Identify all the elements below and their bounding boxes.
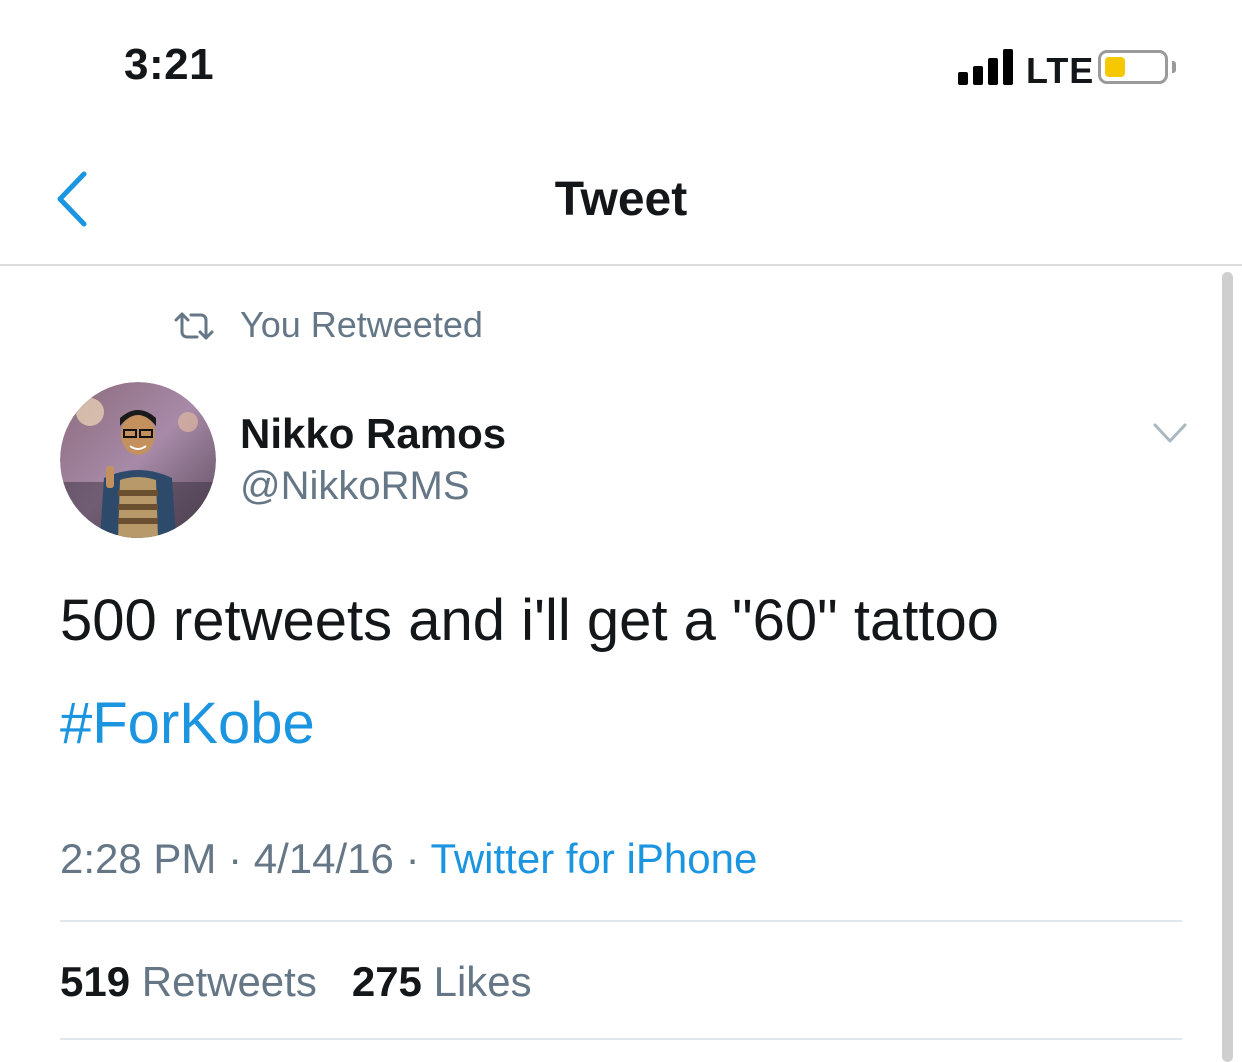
tweet-meta: 2:28 PM · 4/14/16 · Twitter for iPhone [60,835,757,883]
retweets-count: 519 [60,958,131,1005]
meta-separator: · [228,835,243,882]
signal-strength-icon [958,49,1014,85]
retweet-icon [174,312,214,340]
chevron-down-icon[interactable] [1152,420,1188,446]
retweet-label: You Retweeted [240,304,483,345]
status-time: 3:21 [124,40,215,89]
nav-divider [0,264,1242,266]
likes-count: 275 [351,958,422,1005]
author-name[interactable]: Nikko Ramos [240,410,506,458]
tweet-text: 500 retweets and i'll get a "60" tattoo [60,588,999,653]
author-handle[interactable]: @NikkoRMS [240,464,470,509]
retweets-label: Retweets [141,958,317,1005]
tweet-source-link[interactable]: Twitter for iPhone [431,835,758,882]
page-title: Tweet [554,173,688,226]
scrollbar[interactable] [1222,272,1233,1062]
tweet-time: 2:28 PM [60,835,217,882]
likes-label: Likes [433,958,532,1005]
retweets-stat[interactable]: 519 Retweets [60,958,317,1005]
avatar[interactable] [60,382,216,538]
likes-stat[interactable]: 275 Likes [352,958,532,1005]
battery-icon [1098,50,1168,84]
tweet-date: 4/14/16 [253,835,394,882]
meta-separator: · [405,835,420,882]
tweet-stats: 519 Retweets 275 Likes [60,958,532,1006]
hashtag-link[interactable]: #ForKobe [60,690,315,757]
battery-tip [1172,61,1176,73]
meta-divider [60,920,1182,922]
stats-divider [60,1038,1182,1040]
network-type: LTE [1026,50,1095,91]
